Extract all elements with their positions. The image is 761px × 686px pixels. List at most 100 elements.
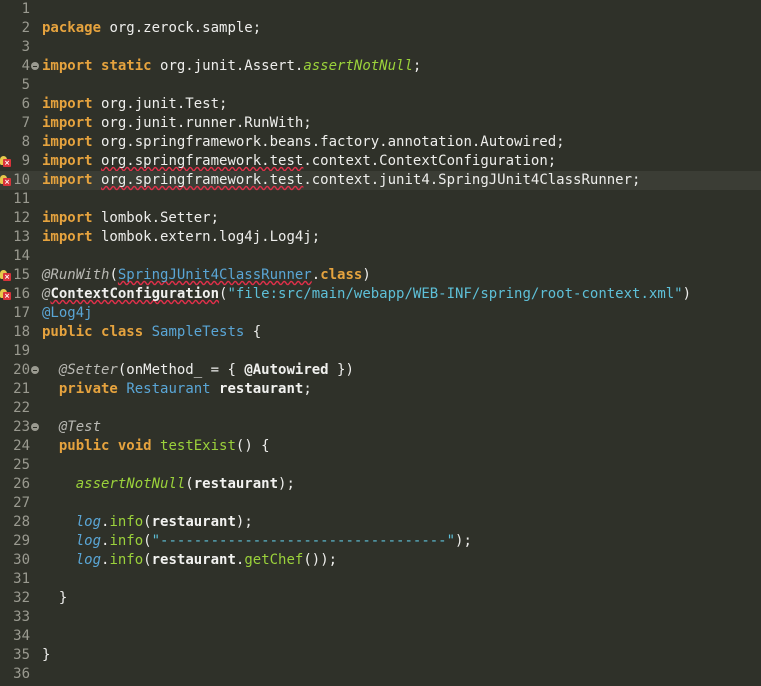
code-token: @Setter — [58, 362, 118, 378]
collapse-icon[interactable] — [31, 423, 39, 431]
line-number: 36 — [13, 666, 30, 682]
code-line[interactable]: 29 log.info("---------------------------… — [0, 532, 761, 551]
code-line[interactable]: 25 — [0, 456, 761, 475]
code-line[interactable]: 26 assertNotNull(restaurant); — [0, 475, 761, 494]
code-token: public — [42, 324, 93, 340]
code-line[interactable]: 7 import org.junit.runner.RunWith; — [0, 114, 761, 133]
code-line[interactable]: 2 package org.zerock.sample; — [0, 19, 761, 38]
code-line[interactable]: 12 import lombok.Setter; — [0, 209, 761, 228]
code-line[interactable]: 14 — [0, 247, 761, 266]
code-line[interactable]: 32 } — [0, 589, 761, 608]
code-token: import — [42, 58, 93, 74]
code-token: .context.ContextConfiguration; — [303, 153, 557, 169]
code-line[interactable]: 18 public class SampleTests { — [0, 323, 761, 342]
code-token: ); — [278, 476, 295, 492]
code-token: log — [75, 552, 102, 568]
code-token: testExist — [160, 438, 236, 454]
line-number: 1 — [21, 1, 30, 17]
code-token: ); — [455, 533, 472, 549]
code-line[interactable]: × 15 @RunWith(SpringJUnit4ClassRunner.clas… — [0, 266, 761, 285]
code-line[interactable]: 4 import static org.junit.Assert.assertNo… — [0, 57, 761, 76]
code-line[interactable]: 21 private Restaurant restaurant; — [0, 380, 761, 399]
code-token: } — [42, 590, 68, 606]
code-token: SpringJUnit4ClassRunner — [117, 267, 312, 283]
code-token: log — [75, 533, 102, 549]
code-line[interactable]: 3 — [0, 38, 761, 57]
line-number: 28 — [13, 514, 30, 530]
code-line[interactable]: 17 @Log4j — [0, 304, 761, 323]
code-token: ; — [303, 381, 312, 397]
code-line[interactable]: 5 — [0, 76, 761, 95]
code-token: org.junit.runner.RunWith; — [92, 115, 312, 131]
code-line[interactable]: 27 — [0, 494, 761, 513]
code-line[interactable]: × 10 import org.springframework.test.conte… — [0, 171, 761, 190]
code-token: restaurant — [219, 381, 304, 397]
code-token: info — [109, 552, 144, 568]
line-number: 31 — [13, 571, 30, 587]
code-token: org.springframework.beans.factory.annota… — [92, 134, 565, 150]
code-token: ( — [143, 514, 152, 530]
code-token: info — [109, 533, 144, 549]
code-text: import static org.junit.Assert.assertNot… — [42, 57, 421, 76]
code-line[interactable]: 20 @Setter(onMethod_ = { @Autowired }) — [0, 361, 761, 380]
code-text: import org.springframework.beans.factory… — [42, 133, 565, 152]
code-text: assertNotNull(restaurant); — [42, 475, 295, 494]
line-number: 19 — [13, 343, 30, 359]
line-number: 7 — [21, 115, 30, 131]
code-line[interactable]: 13 import lombok.extern.log4j.Log4j; — [0, 228, 761, 247]
code-token: org.junit.Test; — [92, 96, 228, 112]
code-line[interactable]: × 9 import org.springframework.test.contex… — [0, 152, 761, 171]
code-token: lombok.extern.log4j.Log4j; — [92, 229, 321, 245]
code-line[interactable]: × 16 @ContextConfiguration("file:src/main/… — [0, 285, 761, 304]
code-token: assertNotNull — [303, 58, 413, 74]
line-number: 3 — [21, 39, 30, 55]
code-token: void — [117, 438, 152, 454]
code-line[interactable]: 36 — [0, 665, 761, 684]
code-line[interactable]: 33 — [0, 608, 761, 627]
code-text: log.info("------------------------------… — [42, 532, 472, 551]
code-line[interactable]: 31 — [0, 570, 761, 589]
code-text: log.info(restaurant.getChef()); — [42, 551, 337, 570]
code-token: Restaurant — [126, 381, 211, 397]
code-area[interactable]: 1 2 package org.zerock.sample; 3 4 import sta… — [0, 0, 761, 686]
code-token: org.springframework.test — [101, 172, 304, 188]
code-line[interactable]: 24 public void testExist() { — [0, 437, 761, 456]
collapse-icon[interactable] — [31, 62, 39, 70]
line-number: 30 — [13, 552, 30, 568]
code-line[interactable]: 22 — [0, 399, 761, 418]
line-number: 29 — [13, 533, 30, 549]
code-line[interactable]: 30 log.info(restaurant.getChef()); — [0, 551, 761, 570]
code-token: private — [58, 381, 118, 397]
code-line[interactable]: 1 — [0, 0, 761, 19]
code-token: import — [42, 115, 93, 131]
code-editor[interactable]: 1 2 package org.zerock.sample; 3 4 import sta… — [0, 0, 761, 686]
code-line[interactable]: 19 — [0, 342, 761, 361]
code-token: import — [42, 153, 93, 169]
code-token: ) — [682, 286, 692, 302]
code-line[interactable]: 34 — [0, 627, 761, 646]
code-line[interactable]: 6 import org.junit.Test; — [0, 95, 761, 114]
line-number: 35 — [13, 647, 30, 663]
code-token: class — [101, 324, 144, 340]
code-line[interactable]: 11 — [0, 190, 761, 209]
line-number: 23 — [13, 419, 30, 435]
code-token: ); — [235, 514, 253, 530]
line-number: 9 — [21, 153, 30, 169]
code-token: ()); — [303, 552, 338, 568]
code-line[interactable]: 8 import org.springframework.beans.factor… — [0, 133, 761, 152]
line-number: 11 — [13, 191, 30, 207]
line-number: 10 — [13, 172, 30, 188]
code-line[interactable]: 35} — [0, 646, 761, 665]
code-line[interactable]: 23 @Test — [0, 418, 761, 437]
line-number: 24 — [13, 438, 30, 454]
code-line[interactable]: 28 log.info(restaurant); — [0, 513, 761, 532]
collapse-icon[interactable] — [31, 366, 39, 374]
code-token: assertNotNull — [75, 476, 186, 492]
